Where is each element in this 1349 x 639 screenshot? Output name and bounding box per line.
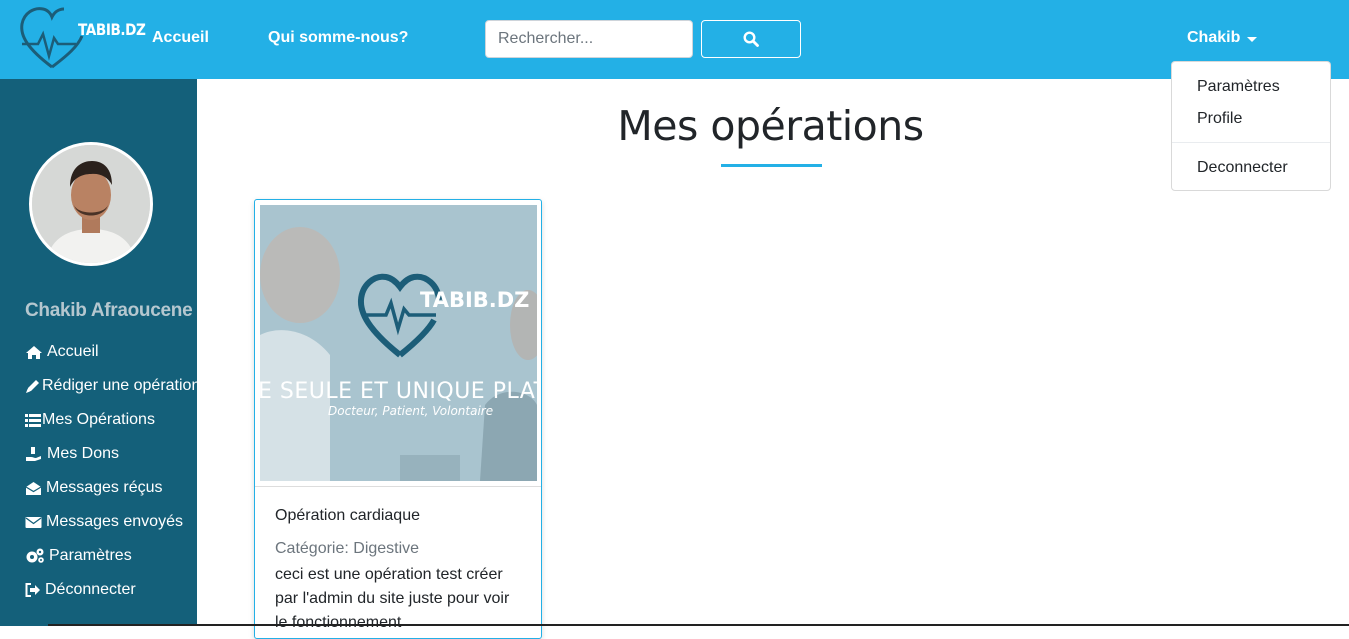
tabib-logo[interactable]: TABIB.DZ xyxy=(18,4,146,72)
card-category: Catégorie: Digestive xyxy=(275,540,420,557)
avatar-photo xyxy=(32,145,150,263)
sidebar-item-mes-dons[interactable]: Mes Dons xyxy=(25,445,119,463)
operation-card[interactable]: TABIB.DZ E SEULE ET UNIQUE PLATFO Docteu… xyxy=(254,199,542,639)
home-icon xyxy=(26,345,42,359)
sidebar-item-label: Messages envoyés xyxy=(46,513,183,530)
user-dropdown-menu: Paramètres Profile Deconnecter xyxy=(1171,61,1331,191)
sidebar-item-label: Paramètres xyxy=(49,547,132,564)
sidebar-item-label: Rédiger une opération xyxy=(42,377,197,394)
title-underline xyxy=(721,164,822,167)
user-menu-toggle[interactable]: Chakib xyxy=(1187,29,1258,47)
list-icon xyxy=(25,414,41,427)
sidebar-item-mes-operations[interactable]: Mes Opérations xyxy=(25,411,155,429)
dropdown-divider xyxy=(1172,142,1330,143)
sign-out-icon xyxy=(25,583,40,597)
nav-about-link[interactable]: Qui somme-nous? xyxy=(268,29,408,47)
envelope-icon xyxy=(25,516,42,528)
user-menu-label: Chakib xyxy=(1187,29,1241,46)
page-title: Mes opérations xyxy=(617,102,924,150)
search-icon xyxy=(743,31,759,47)
banner-logo-text: TABIB.DZ xyxy=(420,288,529,312)
sidebar-item-label: Déconnecter xyxy=(45,581,136,598)
avatar[interactable] xyxy=(32,145,150,263)
sidebar-item-deconnecter[interactable]: Déconnecter xyxy=(25,581,136,599)
sidebar-item-messages-envoyes[interactable]: Messages envoyés xyxy=(25,513,183,531)
sidebar-item-accueil[interactable]: Accueil xyxy=(25,343,99,361)
dropdown-item-parametres[interactable]: Paramètres xyxy=(1197,78,1280,96)
banner-subtitle: Docteur, Patient, Volontaire xyxy=(328,404,493,418)
sidebar-item-rediger[interactable]: Rédiger une opération xyxy=(25,377,197,395)
sidebar-item-label: Messages réçus xyxy=(46,479,163,496)
donate-icon xyxy=(26,447,41,461)
pencil-icon xyxy=(26,380,39,393)
sidebar-item-label: Mes Dons xyxy=(47,445,120,462)
sidebar-item-parametres[interactable]: Paramètres xyxy=(25,547,132,565)
card-divider xyxy=(255,486,541,487)
sidebar-user-name: Chakib Afraoucene xyxy=(25,300,193,321)
sidebar-item-label: Accueil xyxy=(47,343,99,360)
logo-text: TABIB.DZ xyxy=(78,20,146,39)
sidebar-item-label: Mes Opérations xyxy=(42,411,155,428)
operation-card-image[interactable]: TABIB.DZ E SEULE ET UNIQUE PLATFO Docteu… xyxy=(260,205,537,481)
top-navbar: TABIB.DZ Accueil Qui somme-nous? Chakib xyxy=(0,0,1349,79)
envelope-open-icon xyxy=(25,481,42,495)
caret-down-icon xyxy=(1247,36,1258,42)
dropdown-item-profile[interactable]: Profile xyxy=(1197,110,1242,128)
search-input[interactable] xyxy=(485,20,693,58)
sidebar-item-messages-recus[interactable]: Messages réçus xyxy=(25,479,163,497)
dropdown-item-logout[interactable]: Deconnecter xyxy=(1197,159,1288,177)
nav-accueil-link[interactable]: Accueil xyxy=(152,29,209,47)
card-title[interactable]: Opération cardiaque xyxy=(275,507,420,525)
search-button[interactable] xyxy=(701,20,801,58)
sidebar: Chakib Afraoucene Accueil Rédiger une op… xyxy=(0,79,197,626)
card-banner-graphic: TABIB.DZ E SEULE ET UNIQUE PLATFO Docteu… xyxy=(260,205,537,481)
gears-icon xyxy=(26,548,44,563)
banner-tagline: E SEULE ET UNIQUE PLATFO xyxy=(260,379,537,404)
